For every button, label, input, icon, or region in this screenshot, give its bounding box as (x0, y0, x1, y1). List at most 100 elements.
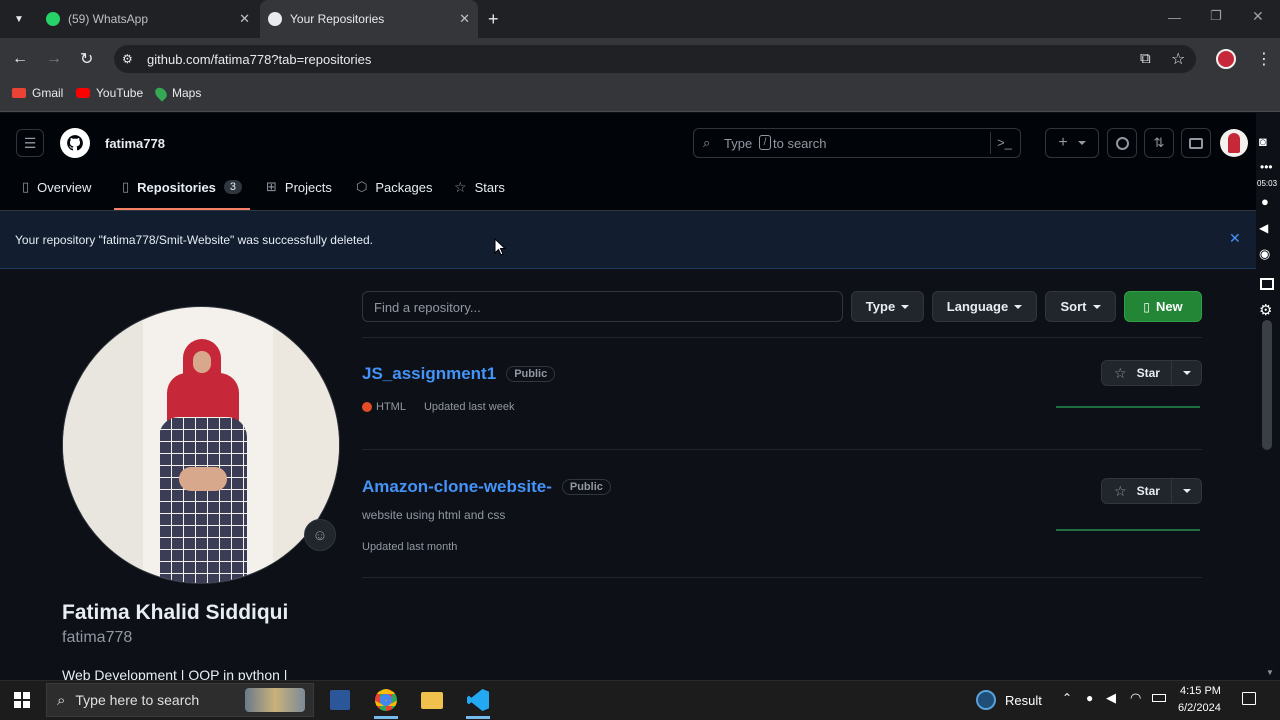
scroll-down-arrow[interactable]: ▼ (1266, 668, 1274, 677)
create-new-button[interactable]: + (1045, 128, 1099, 158)
search-icon: ⌕ (703, 135, 711, 150)
flash-close-icon[interactable]: ✕ (1229, 230, 1241, 247)
star-icon: ☆ (454, 179, 467, 195)
bookmark-star-icon[interactable]: ☆ (1171, 49, 1185, 69)
repo-icon: ▯ (122, 179, 130, 194)
language-filter-button[interactable]: Language (932, 291, 1037, 322)
browser-menu-icon[interactable]: ⋮ (1256, 49, 1272, 69)
microphone-tray-icon[interactable]: ● (1086, 691, 1093, 705)
file-explorer-icon[interactable] (421, 692, 443, 709)
camera-icon[interactable]: ◙ (1259, 134, 1267, 149)
command-palette-icon[interactable]: >_ (990, 132, 1018, 154)
youtube-icon (76, 88, 90, 98)
star-repo-button[interactable]: ☆ Star (1101, 360, 1202, 386)
repo-icon: ▯ (1143, 299, 1150, 314)
back-button[interactable]: ← (12, 50, 28, 68)
flash-text: Your repository "fatima778/Smit-Website"… (15, 233, 374, 247)
clock-time[interactable]: 4:15 PM (1180, 685, 1221, 697)
tab-overview[interactable]: ▯ Overview (22, 179, 91, 195)
url-text[interactable]: github.com/fatima778?tab=repositories (147, 52, 371, 67)
repo-list-item: Amazon-clone-website- Public website usi… (362, 450, 1202, 578)
button-label: Star (1136, 366, 1160, 380)
gmail-icon (12, 88, 26, 98)
weather-label[interactable]: Result (1005, 693, 1042, 708)
tab-packages[interactable]: ⬡ Packages (356, 179, 432, 195)
new-tab-button[interactable]: + (488, 9, 499, 30)
hamburger-menu-button[interactable]: ☰ (16, 129, 44, 157)
notifications-icon[interactable] (1242, 692, 1256, 705)
forward-button[interactable]: → (46, 50, 62, 68)
window-icon[interactable] (1260, 278, 1274, 290)
repo-updated: Updated last month (362, 541, 458, 553)
microphone-icon[interactable]: ● (1261, 194, 1269, 209)
scrollbar-thumb[interactable] (1262, 320, 1272, 450)
caret-down-icon (1014, 304, 1023, 309)
speaker-icon[interactable]: ◀ (1259, 221, 1268, 235)
wifi-icon[interactable]: ◠ (1130, 690, 1141, 706)
new-repository-button[interactable]: ▯ New (1124, 291, 1202, 322)
tab-label: Projects (284, 179, 332, 195)
profile-full-name: Fatima Khalid Siddiqui (62, 601, 289, 624)
tray-overflow-icon[interactable]: ⌃ (1062, 691, 1072, 705)
caret-down-icon (1077, 141, 1086, 145)
repo-count-badge: 3 (223, 180, 243, 194)
chrome-app-icon[interactable] (375, 689, 397, 711)
pull-requests-button[interactable]: ⇅ (1144, 128, 1174, 158)
repo-name-link[interactable]: JS_assignment1 (362, 364, 496, 384)
type-filter-button[interactable]: Type (851, 291, 924, 322)
tab-stars[interactable]: ☆ Stars (454, 179, 505, 196)
package-icon: ⬡ (356, 179, 368, 194)
notifications-button[interactable] (1181, 128, 1211, 158)
minimize-button[interactable]: — (1168, 10, 1181, 25)
set-status-button[interactable]: ☺ (304, 519, 336, 551)
mouse-cursor (494, 238, 506, 256)
button-label: Sort (1060, 299, 1087, 314)
star-repo-button[interactable]: ☆ Star (1101, 478, 1202, 504)
issues-button[interactable] (1107, 128, 1137, 158)
webcam-icon[interactable]: ◉ (1259, 246, 1270, 262)
github-logo-icon[interactable] (60, 128, 90, 158)
star-list-dropdown[interactable] (1171, 361, 1201, 385)
close-icon[interactable]: ✕ (459, 11, 470, 27)
button-label: New (1155, 299, 1183, 314)
header-username[interactable]: fatima778 (105, 136, 165, 151)
weather-icon[interactable] (976, 690, 996, 710)
site-info-icon[interactable]: ⚙ (122, 52, 133, 66)
chevron-down-icon: ▼ (14, 13, 24, 25)
maps-icon (152, 84, 170, 102)
header-search-input[interactable]: ⌕ Type / to search >_ (693, 128, 1021, 158)
restore-button[interactable]: ❐ (1210, 8, 1222, 24)
taskbar-search-box[interactable]: ⌕ Type here to search (46, 683, 314, 717)
tab-search-dropdown[interactable]: ▼ (8, 8, 30, 30)
user-avatar[interactable] (1220, 129, 1248, 157)
caret-down-icon (1182, 489, 1191, 493)
activity-sparkline (1056, 406, 1200, 408)
tab-repositories[interactable]: ▯ Repositories 3 (122, 179, 243, 195)
tab-whatsapp[interactable]: (59) WhatsApp ✕ (36, 0, 258, 38)
smiley-icon: ☺ (312, 526, 328, 544)
clock-date[interactable]: 6/2/2024 (1178, 702, 1221, 714)
volume-icon[interactable]: ◀ (1106, 690, 1116, 706)
caret-down-icon (1182, 371, 1191, 375)
install-app-icon[interactable]: ⧉ (1140, 50, 1151, 67)
close-window-button[interactable]: ✕ (1252, 8, 1264, 25)
reload-button[interactable]: ↻ (80, 49, 93, 69)
repo-name-link[interactable]: Amazon-clone-website- (362, 477, 552, 497)
battery-icon[interactable] (1152, 694, 1166, 702)
find-repository-input[interactable]: Find a repository... (362, 291, 843, 322)
bookmark-maps[interactable]: Maps (152, 84, 201, 102)
tab-projects[interactable]: ⊞ Projects (266, 179, 332, 195)
bookmark-youtube[interactable]: YouTube (76, 86, 143, 100)
close-icon[interactable]: ✕ (239, 11, 250, 27)
word-app-icon[interactable] (330, 690, 350, 710)
windows-start-button[interactable] (14, 692, 30, 708)
settings-gear-icon[interactable]: ⚙ (1259, 301, 1272, 319)
star-list-dropdown[interactable] (1171, 479, 1201, 503)
bookmark-gmail[interactable]: Gmail (12, 86, 63, 100)
book-icon: ▯ (22, 179, 30, 194)
tab-your-repositories[interactable]: Your Repositories ✕ (260, 0, 478, 38)
search-icon: ⌕ (57, 691, 66, 709)
more-icon[interactable]: ••• (1260, 160, 1273, 174)
sort-filter-button[interactable]: Sort (1045, 291, 1116, 322)
profile-avatar[interactable] (1216, 49, 1236, 69)
